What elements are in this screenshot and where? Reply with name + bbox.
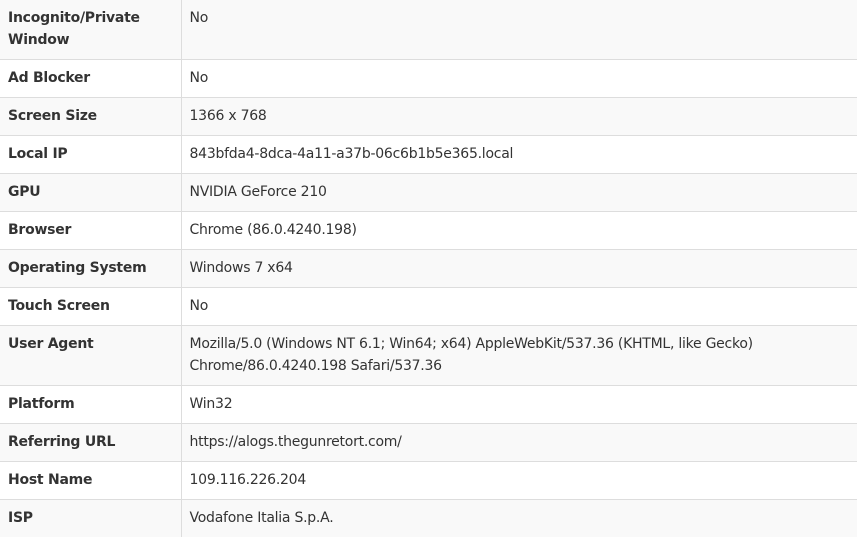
row-value-touch-screen: No bbox=[181, 287, 857, 326]
table-row-incognito: Incognito/Private Window No bbox=[0, 0, 857, 60]
table-row-host-name: Host Name 109.116.226.204 bbox=[0, 461, 857, 500]
row-label-platform: Platform bbox=[0, 385, 182, 424]
row-label-ad-blocker: Ad Blocker bbox=[0, 59, 182, 98]
row-value-ad-blocker: No bbox=[181, 59, 857, 98]
table-row-user-agent: User Agent Mozilla/5.0 (Windows NT 6.1; … bbox=[0, 325, 857, 386]
row-label-browser: Browser bbox=[0, 211, 182, 250]
table-row-gpu: GPU NVIDIA GeForce 210 bbox=[0, 173, 857, 212]
row-label-touch-screen: Touch Screen bbox=[0, 287, 182, 326]
row-value-incognito: No bbox=[181, 0, 857, 60]
row-value-gpu: NVIDIA GeForce 210 bbox=[181, 173, 857, 212]
table-row-screen-size: Screen Size 1366 x 768 bbox=[0, 97, 857, 136]
row-value-referring-url: https://alogs.thegunretort.com/ bbox=[181, 423, 857, 462]
row-label-user-agent: User Agent bbox=[0, 325, 182, 386]
row-value-host-name: 109.116.226.204 bbox=[181, 461, 857, 500]
row-value-local-ip: 843bfda4-8dca-4a11-a37b-06c6b1b5e365.loc… bbox=[181, 135, 857, 174]
table-row-platform: Platform Win32 bbox=[0, 385, 857, 424]
table-row-touch-screen: Touch Screen No bbox=[0, 287, 857, 326]
row-label-host-name: Host Name bbox=[0, 461, 182, 500]
row-value-screen-size: 1366 x 768 bbox=[181, 97, 857, 136]
table-row-operating-system: Operating System Windows 7 x64 bbox=[0, 249, 857, 288]
row-value-isp: Vodafone Italia S.p.A. bbox=[181, 499, 857, 537]
row-label-operating-system: Operating System bbox=[0, 249, 182, 288]
row-label-gpu: GPU bbox=[0, 173, 182, 212]
table-row-ad-blocker: Ad Blocker No bbox=[0, 59, 857, 98]
table-row-local-ip: Local IP 843bfda4-8dca-4a11-a37b-06c6b1b… bbox=[0, 135, 857, 174]
table-row-isp: ISP Vodafone Italia S.p.A. bbox=[0, 499, 857, 537]
table-row-browser: Browser Chrome (86.0.4240.198) bbox=[0, 211, 857, 250]
row-label-isp: ISP bbox=[0, 499, 182, 537]
row-label-incognito: Incognito/Private Window bbox=[0, 0, 182, 60]
row-value-platform: Win32 bbox=[181, 385, 857, 424]
table-row-referring-url: Referring URL https://alogs.thegunretort… bbox=[0, 423, 857, 462]
visitor-info-table: Incognito/Private Window No Ad Blocker N… bbox=[0, 0, 857, 537]
row-value-browser: Chrome (86.0.4240.198) bbox=[181, 211, 857, 250]
row-value-operating-system: Windows 7 x64 bbox=[181, 249, 857, 288]
row-value-user-agent: Mozilla/5.0 (Windows NT 6.1; Win64; x64)… bbox=[181, 325, 857, 386]
row-label-screen-size: Screen Size bbox=[0, 97, 182, 136]
row-label-referring-url: Referring URL bbox=[0, 423, 182, 462]
row-label-local-ip: Local IP bbox=[0, 135, 182, 174]
